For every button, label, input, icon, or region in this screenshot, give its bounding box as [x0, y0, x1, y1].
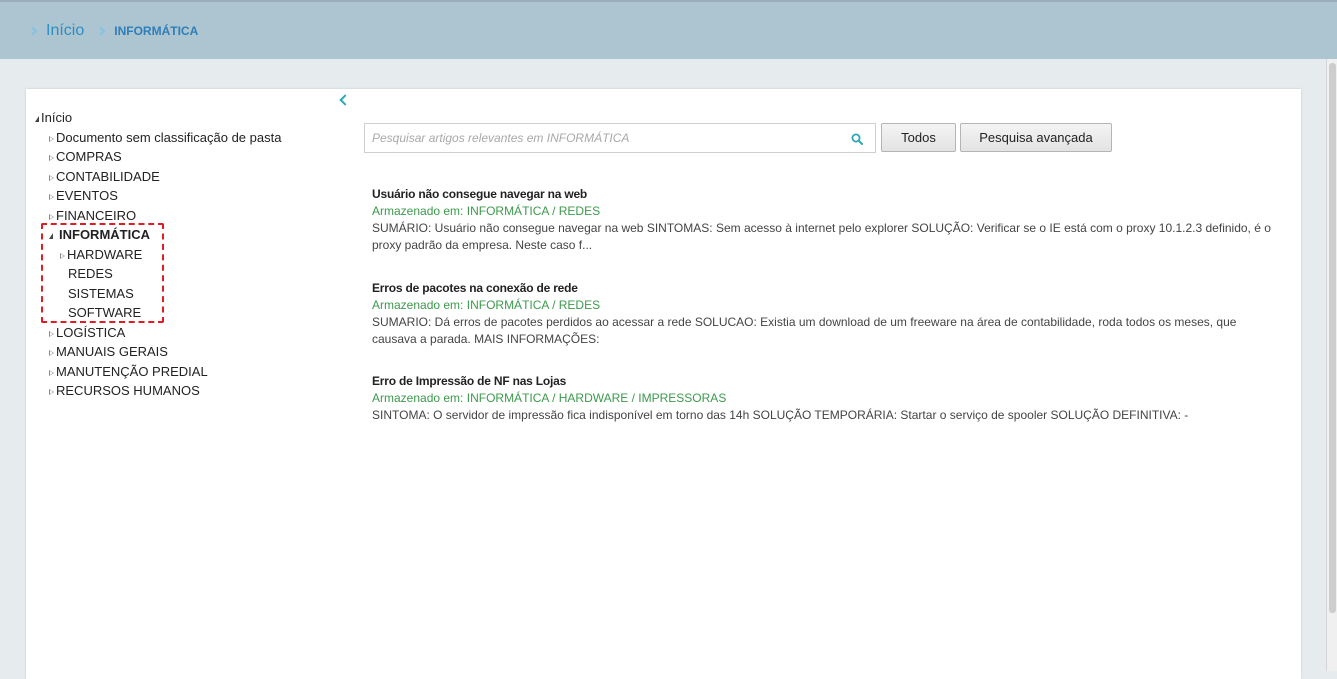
article-item[interactable]: Erros de pacotes na conexão de rede Arma… [372, 280, 1272, 348]
tree-item-label[interactable]: Início [41, 110, 72, 125]
article-title[interactable]: Erros de pacotes na conexão de rede [372, 280, 1272, 296]
breadcrumb-current: INFORMÁTICA [114, 24, 199, 38]
tree-item-compras[interactable]: COMPRAS [49, 148, 122, 166]
collapsed-triangle-icon[interactable] [49, 175, 54, 181]
tree-item-label[interactable]: MANUAIS GERAIS [56, 344, 168, 359]
main-panel: Início Documento sem classificação de pa… [26, 89, 1301, 679]
tree-item-recursos-humanos[interactable]: RECURSOS HUMANOS [49, 382, 200, 400]
article-summary: SINTOMA: O servidor de impressão fica in… [372, 408, 1189, 422]
collapsed-triangle-icon[interactable] [49, 389, 54, 395]
article-location: Armazenado em: INFORMÁTICA / REDES [372, 296, 1272, 314]
article-summary: SUMARIO: Dá erros de pacotes perdidos ao… [372, 315, 1237, 346]
search-input[interactable] [365, 124, 835, 152]
page-scrollbar[interactable] [1326, 59, 1337, 671]
collapsed-triangle-icon[interactable] [49, 136, 54, 142]
breadcrumb: Início INFORMÁTICA [28, 22, 199, 40]
tree-item-eventos[interactable]: EVENTOS [49, 187, 118, 205]
breadcrumb-home-link[interactable]: Início [46, 22, 84, 40]
collapsed-triangle-icon[interactable] [49, 194, 54, 200]
tree-item-root[interactable]: Início [35, 109, 72, 127]
search-box [364, 123, 876, 153]
tree-item-unclassified[interactable]: Documento sem classificação de pasta [49, 129, 281, 147]
selection-highlight-box [41, 223, 164, 323]
collapsed-triangle-icon[interactable] [49, 370, 54, 376]
collapsed-triangle-icon[interactable] [49, 331, 54, 337]
all-button[interactable]: Todos [881, 123, 956, 152]
tree-item-logistica[interactable]: LOGÍSTICA [49, 324, 125, 342]
article-item[interactable]: Erro de Impressão de NF nas Lojas Armaze… [372, 373, 1272, 424]
article-item[interactable]: Usuário não consegue navegar na web Arma… [372, 186, 1272, 254]
tree-item-label[interactable]: MANUTENÇÃO PREDIAL [56, 364, 208, 379]
collapsed-triangle-icon[interactable] [49, 155, 54, 161]
article-location: Armazenado em: INFORMÁTICA / HARDWARE / … [372, 389, 1272, 407]
location-path-link[interactable]: INFORMÁTICA / REDES [467, 204, 600, 218]
top-header: Início INFORMÁTICA [0, 0, 1337, 59]
location-label: Armazenado em: [372, 391, 464, 405]
tree-item-label[interactable]: CONTABILIDADE [56, 169, 160, 184]
advanced-search-button[interactable]: Pesquisa avançada [960, 123, 1112, 152]
location-path-link[interactable]: INFORMÁTICA / HARDWARE / IMPRESSORAS [467, 391, 727, 405]
collapse-sidebar-chevron-icon[interactable] [339, 94, 351, 106]
article-title[interactable]: Erro de Impressão de NF nas Lojas [372, 373, 1272, 389]
collapsed-triangle-icon[interactable] [49, 350, 54, 356]
tree-item-label[interactable]: FINANCEIRO [56, 208, 136, 223]
chevron-right-icon [28, 26, 38, 36]
search-icon[interactable] [851, 133, 863, 145]
tree-item-manuais-gerais[interactable]: MANUAIS GERAIS [49, 343, 168, 361]
scrollbar-thumb[interactable] [1329, 63, 1336, 613]
location-label: Armazenado em: [372, 204, 464, 218]
location-label: Armazenado em: [372, 298, 464, 312]
article-summary: SUMÁRIO: Usuário não consegue navegar na… [372, 221, 1271, 252]
tree-item-label[interactable]: RECURSOS HUMANOS [56, 383, 200, 398]
tree-item-label[interactable]: COMPRAS [56, 149, 122, 164]
chevron-right-icon [97, 26, 106, 36]
collapsed-triangle-icon[interactable] [49, 214, 54, 220]
tree-item-contabilidade[interactable]: CONTABILIDADE [49, 168, 160, 186]
location-path-link[interactable]: INFORMÁTICA / REDES [467, 298, 600, 312]
tree-item-label[interactable]: EVENTOS [56, 188, 118, 203]
article-location: Armazenado em: INFORMÁTICA / REDES [372, 202, 1272, 220]
tree-item-label[interactable]: LOGÍSTICA [56, 325, 125, 340]
expanded-triangle-icon[interactable] [35, 116, 39, 122]
tree-item-manutencao-predial[interactable]: MANUTENÇÃO PREDIAL [49, 363, 208, 381]
article-title[interactable]: Usuário não consegue navegar na web [372, 186, 1272, 202]
tree-item-label[interactable]: Documento sem classificação de pasta [56, 130, 281, 145]
